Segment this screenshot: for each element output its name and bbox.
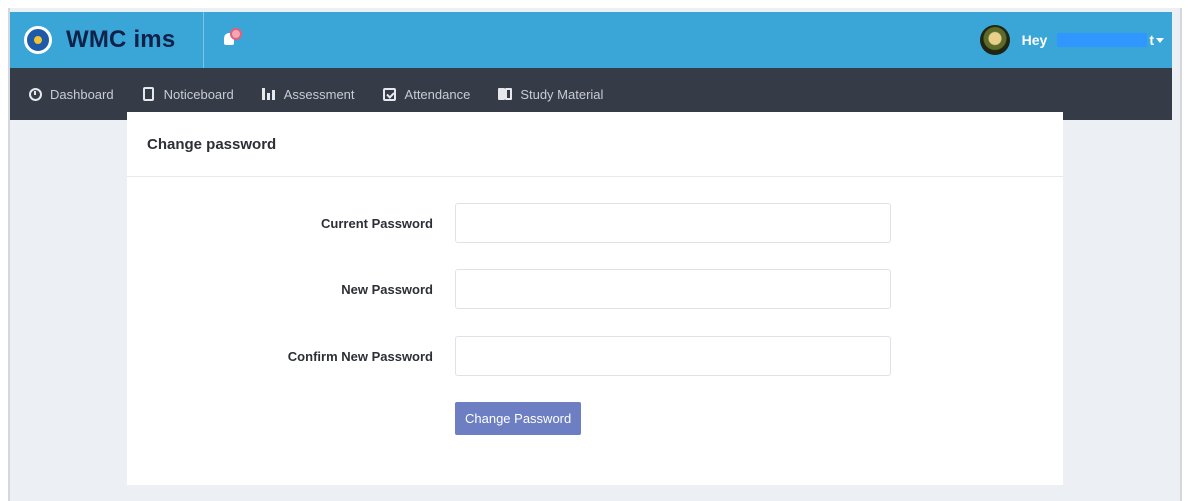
book-icon	[498, 87, 513, 101]
app-title: WMC ims	[66, 26, 176, 53]
nav-item-label: Assessment	[283, 86, 355, 102]
page-title: Change password	[147, 135, 277, 153]
brand[interactable]: WMC ims	[10, 12, 203, 68]
confirm-password-row: Confirm New Password	[127, 336, 1063, 376]
top-bar: WMC ims Hey t	[10, 12, 1172, 68]
current-password-label: Current Password	[321, 215, 433, 231]
brand-divider	[203, 12, 204, 68]
user-menu[interactable]: Hey t	[979, 12, 1172, 68]
notification-bell-icon[interactable]	[216, 26, 242, 52]
user-name-suffix: t	[1149, 32, 1154, 48]
app-logo-icon	[24, 26, 52, 54]
nav-item-label: Noticeboard	[163, 86, 234, 102]
change-password-button[interactable]: Change Password	[455, 402, 582, 435]
bar-chart-icon	[262, 87, 276, 101]
current-password-input[interactable]	[455, 203, 891, 243]
noticeboard-icon	[142, 87, 156, 101]
nav-item-label: Attendance	[404, 86, 471, 102]
change-password-card: Change password Current Password New Pas…	[127, 112, 1063, 485]
current-password-row: Current Password	[127, 203, 1063, 243]
new-password-row: New Password	[127, 269, 1063, 309]
notification-badge	[230, 28, 242, 40]
nav-item-label: Study Material	[520, 86, 604, 102]
dashboard-icon	[28, 87, 42, 101]
new-password-label: New Password	[341, 281, 433, 297]
avatar	[979, 25, 1010, 55]
calendar-check-icon	[383, 87, 397, 101]
card-header: Change password	[127, 112, 1063, 177]
nav-item-dashboard[interactable]: Dashboard	[10, 68, 114, 120]
new-password-input[interactable]	[455, 269, 891, 309]
confirm-password-input[interactable]	[455, 336, 891, 376]
chevron-down-icon	[1156, 37, 1164, 43]
greeting-text: Hey	[1021, 32, 1048, 48]
confirm-password-label: Confirm New Password	[287, 348, 433, 364]
redacted-user-name	[1057, 33, 1148, 47]
nav-item-label: Dashboard	[50, 86, 114, 102]
